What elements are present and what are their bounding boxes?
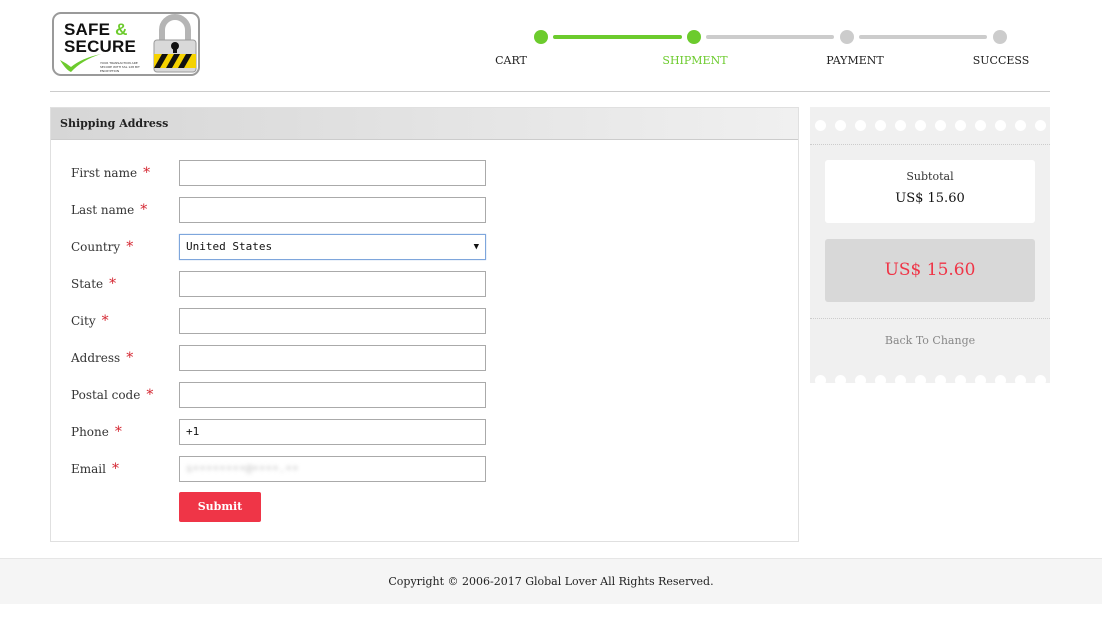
perforation-hole	[915, 375, 926, 383]
perforation-hole	[1015, 375, 1026, 383]
city-label: City *	[71, 313, 109, 329]
step-label-payment: PAYMENT	[826, 54, 884, 67]
perforation-hole	[975, 375, 986, 383]
perforation-hole	[915, 120, 926, 131]
country-select[interactable]: United States ▼	[179, 234, 486, 260]
perforation-hole	[835, 375, 846, 383]
subtotal-label: Subtotal	[906, 170, 954, 183]
perforation-hole	[855, 375, 866, 383]
perforation-hole	[835, 120, 846, 131]
first-name-input[interactable]	[179, 160, 486, 186]
perforation-hole	[1015, 120, 1026, 131]
required-mark: *	[126, 350, 134, 366]
phone-input[interactable]: +1	[179, 419, 486, 445]
city-input[interactable]	[179, 308, 486, 334]
panel-title: Shipping Address	[51, 108, 798, 140]
copyright-text: Copyright © 2006-2017 Global Lover All R…	[388, 575, 714, 588]
last-name-input[interactable]	[179, 197, 486, 223]
perforation-hole	[895, 375, 906, 383]
required-mark: *	[109, 276, 117, 292]
phone-label: Phone *	[71, 424, 122, 440]
address-input[interactable]	[179, 345, 486, 371]
checkout-progress: CART SHIPMENT PAYMENT SUCCESS	[0, 0, 1102, 80]
required-mark: *	[126, 239, 134, 255]
perforation-hole	[935, 120, 946, 131]
subtotal-box: Subtotal US$ 15.60	[825, 160, 1035, 223]
step-dot-success	[993, 30, 1007, 44]
perforation-hole	[1035, 375, 1046, 383]
country-label: Country *	[71, 239, 134, 255]
perforation-hole	[895, 120, 906, 131]
shipping-address-panel: Shipping Address First name * Last name * …	[50, 107, 799, 542]
order-summary: Subtotal US$ 15.60 US$ 15.60 Back To Cha…	[810, 107, 1050, 383]
state-label: State *	[71, 276, 117, 292]
first-name-label: First name *	[71, 165, 151, 181]
perforation-hole	[955, 120, 966, 131]
email-label: Email *	[71, 461, 119, 477]
last-name-label: Last name *	[71, 202, 148, 218]
perforation-hole	[995, 120, 1006, 131]
perforation-hole	[935, 375, 946, 383]
perforation-hole	[855, 120, 866, 131]
country-value: United States	[186, 240, 273, 253]
required-mark: *	[114, 424, 122, 440]
perforation-hole	[815, 120, 826, 131]
step-label-success: SUCCESS	[972, 54, 1030, 67]
required-mark: *	[101, 313, 109, 329]
progress-bar-payment-success	[859, 35, 987, 39]
required-mark: *	[140, 202, 148, 218]
perforation-hole	[995, 375, 1006, 383]
progress-bar-cart-shipment	[553, 35, 682, 39]
required-mark: *	[143, 165, 151, 181]
submit-button[interactable]: Submit	[179, 492, 261, 522]
progress-bar-shipment-payment	[706, 35, 834, 39]
address-label: Address *	[71, 350, 134, 366]
footer: Copyright © 2006-2017 Global Lover All R…	[0, 558, 1102, 604]
perforation-hole	[875, 375, 886, 383]
perforation-hole	[875, 120, 886, 131]
postal-code-label: Postal code *	[71, 387, 154, 403]
perforation-hole	[955, 375, 966, 383]
header-divider	[50, 91, 1050, 92]
ticket-perforation-top	[810, 120, 1050, 134]
perforation-hole	[815, 375, 826, 383]
step-dot-shipment	[687, 30, 701, 44]
perforation-hole	[975, 120, 986, 131]
ticket-perforation-bottom	[810, 375, 1050, 383]
back-to-change-link[interactable]: Back To Change	[810, 334, 1050, 347]
dropdown-arrow-icon: ▼	[473, 242, 479, 252]
total-price: US$ 15.60	[825, 239, 1035, 302]
postal-code-input[interactable]	[179, 382, 486, 408]
step-label-cart: CART	[495, 54, 527, 67]
step-dot-payment	[840, 30, 854, 44]
step-dot-cart	[534, 30, 548, 44]
summary-divider-bottom	[810, 318, 1050, 319]
required-mark: *	[111, 461, 119, 477]
summary-divider-top	[810, 144, 1050, 145]
required-mark: *	[146, 387, 154, 403]
step-label-shipment: SHIPMENT	[662, 54, 728, 67]
email-value-blurred: s••••••••@••••.••	[186, 462, 299, 475]
perforation-hole	[1035, 120, 1046, 131]
state-input[interactable]	[179, 271, 486, 297]
email-input[interactable]: s••••••••@••••.••	[179, 456, 486, 482]
subtotal-value: US$ 15.60	[895, 191, 965, 206]
